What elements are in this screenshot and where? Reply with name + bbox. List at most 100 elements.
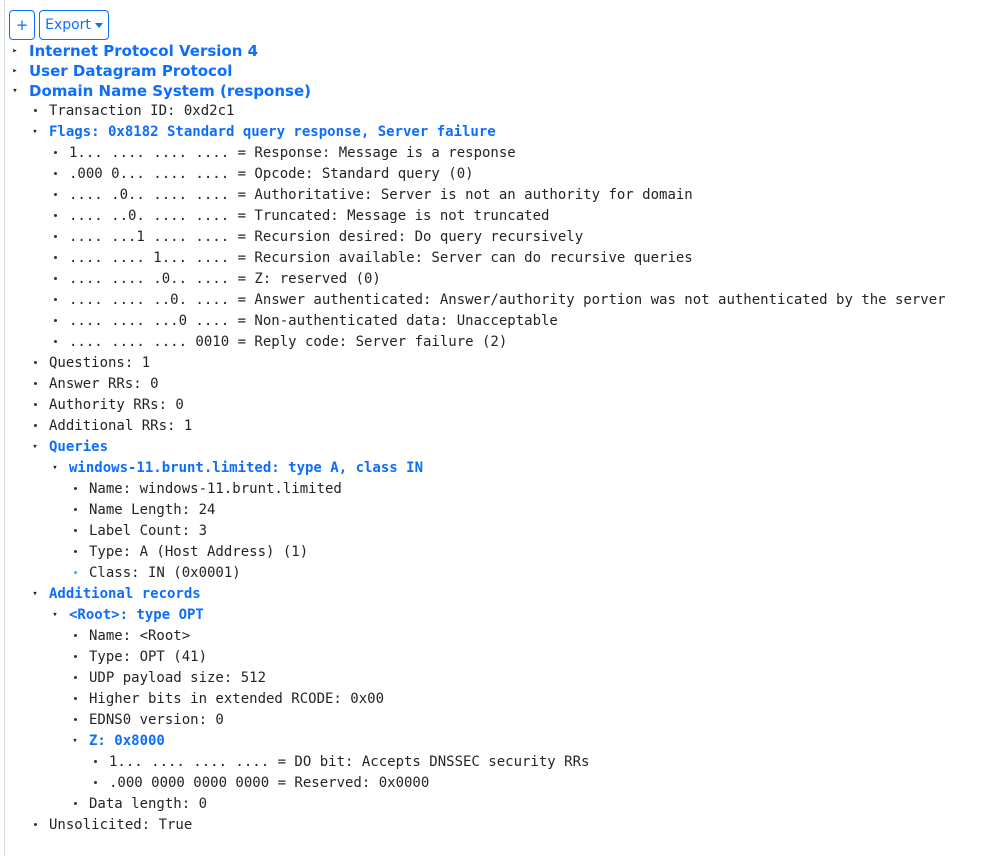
- tree-row[interactable]: ▸ User Datagram Protocol: [0, 61, 995, 81]
- tree-label: Class: IN (0x0001): [89, 565, 241, 581]
- tree-label: Higher bits in extended RCODE: 0x00: [89, 691, 385, 707]
- tree-label: 1... .... .... .... = Response: Message …: [69, 145, 516, 161]
- tree-row: Questions: 1: [0, 353, 995, 374]
- tree-row: .... ...1 .... .... = Recursion desired:…: [0, 227, 995, 248]
- bullet-icon: [51, 143, 59, 154]
- export-dropdown-button[interactable]: Export: [39, 10, 109, 40]
- bullet-icon: [31, 815, 39, 826]
- expand-down-icon[interactable]: ▾: [71, 731, 79, 752]
- tree-label[interactable]: User Datagram Protocol: [29, 61, 232, 81]
- expand-down-icon[interactable]: ▾: [11, 81, 19, 101]
- tree-label[interactable]: <Root>: type OPT: [69, 605, 204, 626]
- bullet-icon: [51, 332, 59, 343]
- bullet-icon: [31, 101, 39, 112]
- add-button[interactable]: +: [9, 10, 35, 40]
- tree-row: Transaction ID: 0xd2c1: [0, 101, 995, 122]
- bullet-icon: [71, 710, 79, 721]
- bullet-icon: [91, 752, 99, 763]
- tree-label: .000 0000 0000 0000 = Reserved: 0x0000: [109, 775, 430, 791]
- bullet-icon: [51, 290, 59, 301]
- bullet-icon: [31, 395, 39, 406]
- tree-label: Additional RRs: 1: [49, 418, 193, 434]
- export-label: Export: [45, 17, 91, 33]
- bullet-icon: [71, 542, 79, 553]
- tree-row: Authority RRs: 0: [0, 395, 995, 416]
- tree-row: Answer RRs: 0: [0, 374, 995, 395]
- tree-row: Data length: 0: [0, 794, 995, 815]
- tree-row[interactable]: ▾ Flags: 0x8182 Standard query response, …: [0, 122, 995, 143]
- expand-down-icon[interactable]: ▾: [31, 437, 39, 458]
- tree-row: 1... .... .... .... = DO bit: Accepts DN…: [0, 752, 995, 773]
- bullet-icon: [71, 689, 79, 700]
- tree-label[interactable]: Internet Protocol Version 4: [29, 41, 258, 61]
- bullet-icon: [71, 647, 79, 658]
- bullet-icon: [71, 521, 79, 532]
- tree-row: .... ..0. .... .... = Truncated: Message…: [0, 206, 995, 227]
- tree-row: .... .... .0.. .... = Z: reserved (0): [0, 269, 995, 290]
- tree-row: EDNS0 version: 0: [0, 710, 995, 731]
- tree-row: Name Length: 24: [0, 500, 995, 521]
- bullet-icon: [71, 500, 79, 511]
- bullet-icon: [31, 353, 39, 364]
- tree-row: .000 0000 0000 0000 = Reserved: 0x0000: [0, 773, 995, 794]
- tree-row: .... .... ...0 .... = Non-authenticated …: [0, 311, 995, 332]
- bullet-icon: [91, 773, 99, 784]
- tree-label: EDNS0 version: 0: [89, 712, 224, 728]
- tree-row: .... .... 1... .... = Recursion availabl…: [0, 248, 995, 269]
- tree-row: UDP payload size: 512: [0, 668, 995, 689]
- tree-row: .... .0.. .... .... = Authoritative: Ser…: [0, 185, 995, 206]
- tree-label[interactable]: Queries: [49, 437, 108, 458]
- tree-row: Name: windows-11.brunt.limited: [0, 479, 995, 500]
- tree-label: .... .... ...0 .... = Non-authenticated …: [69, 313, 558, 329]
- tree-row[interactable]: ▾ Queries: [0, 437, 995, 458]
- tree-row[interactable]: ▾ <Root>: type OPT: [0, 605, 995, 626]
- tree-label: Data length: 0: [89, 796, 208, 812]
- expand-down-icon[interactable]: ▾: [31, 122, 39, 143]
- tree-label[interactable]: Domain Name System (response): [29, 81, 311, 101]
- caret-down-icon: [94, 22, 103, 28]
- bullet-icon: [71, 479, 79, 490]
- tree-row[interactable]: ▾ Domain Name System (response): [0, 81, 995, 101]
- tree-label: Unsolicited: True: [49, 817, 193, 833]
- bullet-icon: [71, 563, 79, 574]
- bullet-icon: [51, 185, 59, 196]
- tree-row: Additional RRs: 1: [0, 416, 995, 437]
- bullet-icon: [51, 311, 59, 322]
- tree-label: .... .... 1... .... = Recursion availabl…: [69, 250, 693, 266]
- tree-row: .... .... .... 0010 = Reply code: Server…: [0, 332, 995, 353]
- tree-label: .... .... .... 0010 = Reply code: Server…: [69, 334, 508, 350]
- expand-down-icon[interactable]: ▾: [51, 458, 59, 479]
- tree-row[interactable]: ▾ Additional records: [0, 584, 995, 605]
- tree-label: .... ..0. .... .... = Truncated: Message…: [69, 208, 550, 224]
- bullet-icon: [71, 626, 79, 637]
- tree-label: Authority RRs: 0: [49, 397, 184, 413]
- tree-row: Name: <Root>: [0, 626, 995, 647]
- tree-label: Type: OPT (41): [89, 649, 208, 665]
- packet-detail-tree: ▸ Internet Protocol Version 4 ▸ User Datagr…: [0, 41, 995, 836]
- tree-label: .000 0... .... .... = Opcode: Standard q…: [69, 166, 474, 182]
- tree-label: Label Count: 3: [89, 523, 208, 539]
- tree-row[interactable]: ▸ Internet Protocol Version 4: [0, 41, 995, 61]
- tree-label: .... .... .0.. .... = Z: reserved (0): [69, 271, 381, 287]
- bullet-icon: [51, 269, 59, 280]
- bullet-icon: [51, 248, 59, 259]
- tree-row: Type: OPT (41): [0, 647, 995, 668]
- tree-label[interactable]: windows-11.brunt.limited: type A, class …: [69, 458, 423, 479]
- tree-row: Label Count: 3: [0, 521, 995, 542]
- tree-label[interactable]: Z: 0x8000: [89, 731, 165, 752]
- tree-row[interactable]: ▾ windows-11.brunt.limited: type A, class…: [0, 458, 995, 479]
- expand-right-icon[interactable]: ▸: [11, 61, 19, 81]
- tree-row: 1... .... .... .... = Response: Message …: [0, 143, 995, 164]
- tree-label: Questions: 1: [49, 355, 151, 371]
- tree-label[interactable]: Additional records: [49, 584, 201, 605]
- tree-row[interactable]: ▾ Z: 0x8000: [0, 731, 995, 752]
- tree-row: Type: A (Host Address) (1): [0, 542, 995, 563]
- expand-down-icon[interactable]: ▾: [51, 605, 59, 626]
- tree-label: Name: <Root>: [89, 628, 191, 644]
- tree-label[interactable]: Flags: 0x8182 Standard query response, S…: [49, 122, 496, 143]
- expand-down-icon[interactable]: ▾: [31, 584, 39, 605]
- tree-row: Unsolicited: True: [0, 815, 995, 836]
- tree-row: Higher bits in extended RCODE: 0x00: [0, 689, 995, 710]
- expand-right-icon[interactable]: ▸: [11, 41, 19, 61]
- tree-label: Name: windows-11.brunt.limited: [89, 481, 342, 497]
